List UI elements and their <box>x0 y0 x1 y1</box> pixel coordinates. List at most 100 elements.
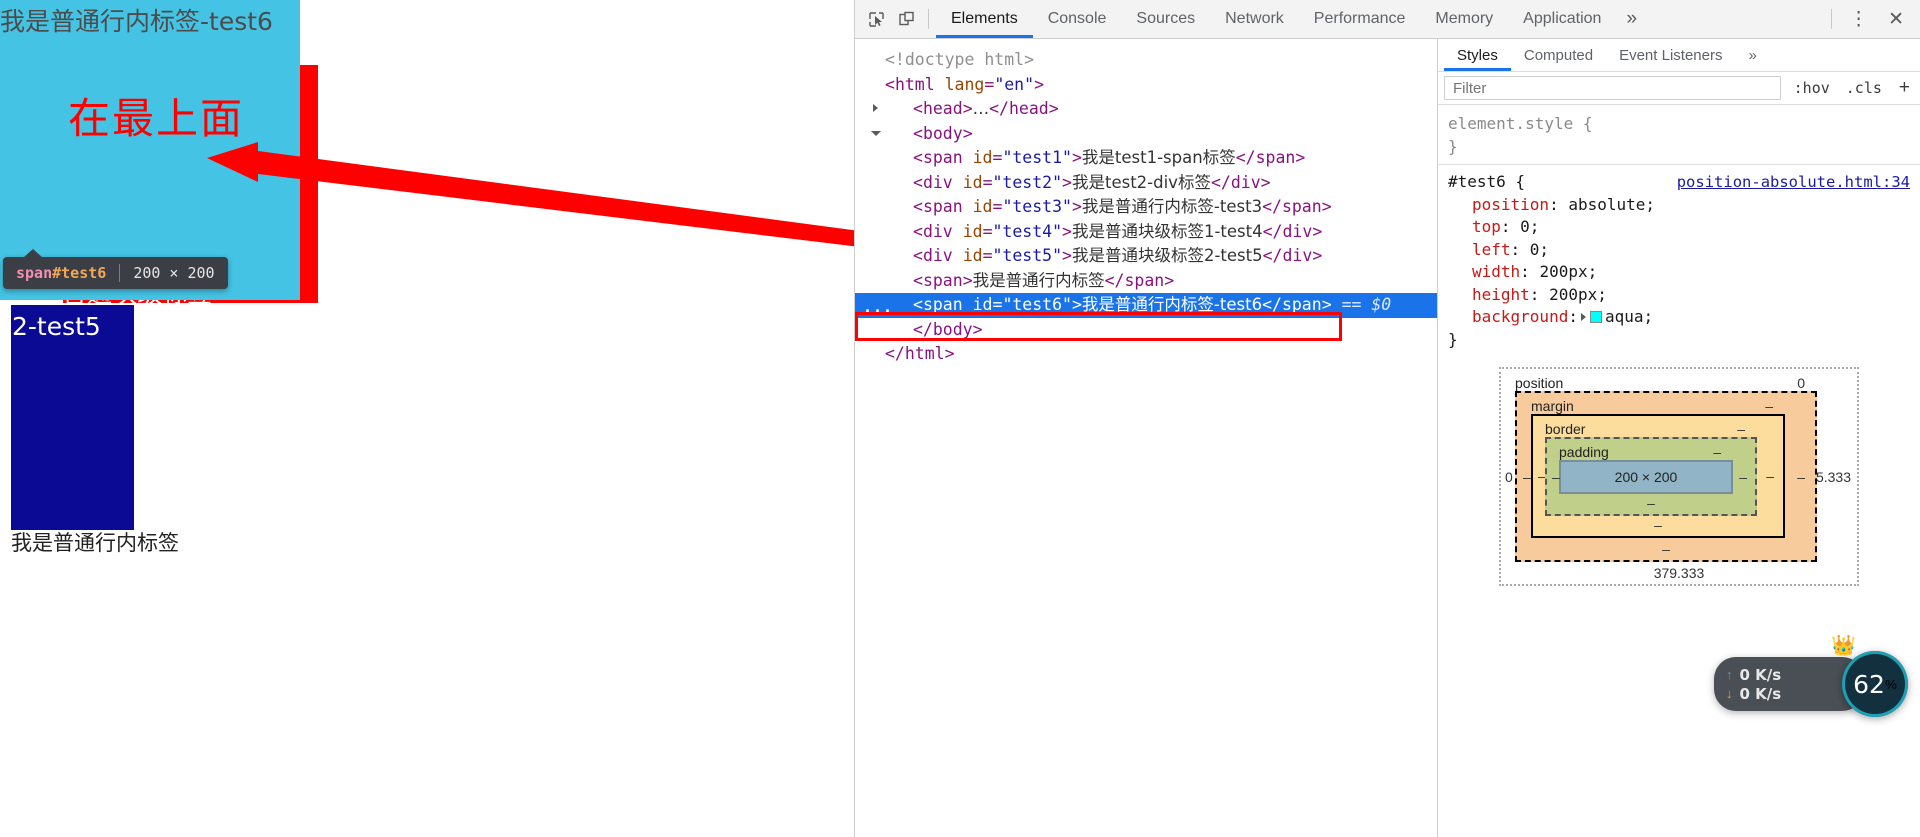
tab-memory[interactable]: Memory <box>1420 0 1508 38</box>
box-model-margin-top[interactable]: – <box>1765 398 1773 414</box>
dom-html-open[interactable]: <html lang="en"> <box>855 73 1437 98</box>
dom-node-test4[interactable]: <div id="test4">我是普通块级标签1-test4</div> <box>855 220 1437 245</box>
tooltip-tag-name: span <box>16 264 53 282</box>
box-model-border-top[interactable]: – <box>1737 421 1745 437</box>
download-arrow-icon: ↓ <box>1726 686 1733 701</box>
collapse-triangle-icon[interactable] <box>871 130 881 140</box>
devtools-toolbar: Elements Console Sources Network Perform… <box>855 0 1920 39</box>
element-style-close: } <box>1448 136 1458 156</box>
box-model-padding-bottom[interactable]: – <box>1547 495 1755 511</box>
dom-node-plain-span[interactable]: <span>我是普通行内标签</span> <box>855 269 1437 294</box>
box-model-position-bottom[interactable]: 379.333 <box>1501 565 1857 581</box>
styles-tabbar: Styles Computed Event Listeners » <box>1438 39 1920 72</box>
tab-elements[interactable]: Elements <box>936 0 1033 38</box>
box-model-margin-label: margin <box>1531 398 1574 414</box>
tab-performance[interactable]: Performance <box>1299 0 1421 38</box>
box-model-content-size[interactable]: 200 × 200 <box>1559 460 1733 494</box>
styles-pane: Styles Computed Event Listeners » :hov .… <box>1438 39 1920 837</box>
devtools-menu-icon[interactable]: ⋮ <box>1839 8 1878 31</box>
overlay-top-text: 在最上面 <box>68 94 245 143</box>
tab-event-listeners[interactable]: Event Listeners <box>1606 39 1735 71</box>
truncated-ellipsis[interactable]: ... <box>863 295 893 320</box>
download-row: ↓ 0 K/s <box>1726 685 1781 703</box>
element-style-rule[interactable]: element.style { } <box>1448 113 1910 158</box>
box-model-border-bottom[interactable]: – <box>1533 517 1783 533</box>
color-swatch-icon[interactable] <box>1589 311 1602 323</box>
element-style-selector: element.style { <box>1448 114 1593 133</box>
tooltip-dimensions: 200 × 200 <box>133 264 215 282</box>
dom-node-test2[interactable]: <div id="test2">我是test2-div标签</div> <box>855 171 1437 196</box>
upload-arrow-icon: ↑ <box>1726 667 1733 682</box>
test6-label-text: 我是普通行内标签-test6 <box>0 7 273 36</box>
tab-styles[interactable]: Styles <box>1444 39 1511 71</box>
styles-more-tabs-icon[interactable]: » <box>1735 39 1769 71</box>
tooltip-divider <box>119 264 121 282</box>
tooltip-arrow-icon <box>23 249 43 258</box>
inspector-tooltip: span #test6 200 × 200 <box>3 249 228 289</box>
box-model-position-left[interactable]: 0 <box>1505 469 1513 485</box>
styles-filter-input[interactable] <box>1444 76 1781 100</box>
box-model-padding-right[interactable]: – <box>1739 469 1747 485</box>
tooltip-element-id: #test6 <box>52 264 107 282</box>
cpu-usage-value: 62 <box>1853 669 1885 699</box>
new-style-rule-button[interactable]: + <box>1895 77 1914 99</box>
devtools-body: <!doctype html> <html lang="en"> <head>…… <box>855 39 1920 837</box>
box-model-border-label: border <box>1545 421 1586 437</box>
expand-triangle-icon[interactable] <box>873 104 878 112</box>
upload-speed-value: 0 K/s <box>1739 665 1782 684</box>
expand-color-triangle-icon[interactable] <box>1580 313 1586 321</box>
box-model-position-layer[interactable]: position 0 0 365.333 379.333 margin – – … <box>1499 367 1859 586</box>
dom-node-test3[interactable]: <span id="test3">我是普通行内标签-test3</span> <box>855 195 1437 220</box>
tab-computed[interactable]: Computed <box>1511 39 1606 71</box>
box-model-border-right[interactable]: – <box>1766 468 1774 484</box>
declaration-height[interactable]: height: 200px; <box>1448 284 1910 307</box>
css-rules-area: element.style { } #test6 { position-abso… <box>1438 105 1920 351</box>
test6-style-rule[interactable]: #test6 { position-absolute.html:34 posit… <box>1448 171 1910 351</box>
dom-body-node[interactable]: <body> <box>855 122 1437 147</box>
box-model-margin-layer[interactable]: margin – – – – border – – – – padding – … <box>1515 391 1817 562</box>
declaration-background[interactable]: background: aqua; <box>1448 306 1910 329</box>
declaration-top[interactable]: top: 0; <box>1448 216 1910 239</box>
box-model-padding-left[interactable]: – <box>1552 469 1560 485</box>
declaration-left[interactable]: left: 0; <box>1448 239 1910 262</box>
box-model-position-top[interactable]: 0 <box>1797 375 1805 391</box>
box-model-margin-left[interactable]: – <box>1523 469 1531 485</box>
device-toolbar-icon[interactable] <box>891 5 921 33</box>
box-model-padding-top[interactable]: – <box>1713 444 1721 460</box>
rule-source-link[interactable]: position-absolute.html:34 <box>1677 171 1910 194</box>
toolbar-divider-right <box>1831 9 1833 29</box>
dom-html-close: </html> <box>885 344 955 363</box>
declaration-width[interactable]: width: 200px; <box>1448 261 1910 284</box>
tab-network[interactable]: Network <box>1210 0 1299 38</box>
cpu-usage-dial[interactable]: 62% <box>1842 651 1908 717</box>
dom-body-close: </body> <box>913 319 983 339</box>
network-rows: ↑ 0 K/s ↓ 0 K/s <box>1726 666 1781 703</box>
box-model-border-layer[interactable]: border – – – – padding – – – – 200 × 200 <box>1531 414 1785 538</box>
dom-node-test1[interactable]: <span id="test1">我是test1-span标签</span> <box>855 146 1437 171</box>
box-model-margin-bottom[interactable]: – <box>1517 541 1815 557</box>
upload-row: ↑ 0 K/s <box>1726 666 1781 684</box>
network-speed-widget[interactable]: 👑 ↑ 0 K/s ↓ 0 K/s 62% <box>1714 635 1908 717</box>
vip-crown-icon: 👑 <box>1831 635 1856 657</box>
declaration-position[interactable]: position: absolute; <box>1448 194 1910 217</box>
dom-node-test5[interactable]: <div id="test5">我是普通块级标签2-test5</div> <box>855 244 1437 269</box>
dom-head-node[interactable]: <head>…</head> <box>855 97 1437 122</box>
tab-sources[interactable]: Sources <box>1121 0 1210 38</box>
box-model-position-label: position <box>1515 375 1564 391</box>
dom-node-test6-selected[interactable]: ... <span id="test6">我是普通行内标签-test6</spa… <box>855 293 1437 318</box>
toolbar-divider <box>928 9 929 29</box>
hover-state-button[interactable]: :hov <box>1791 79 1833 97</box>
test6-aqua-box[interactable]: 我是普通行内标签-test6 <box>0 0 300 300</box>
plain-span-text: 我是普通行内标签 <box>11 531 179 555</box>
console-ref-marker: == $0 <box>1341 295 1392 314</box>
dom-tree-pane[interactable]: <!doctype html> <html lang="en"> <head>…… <box>855 39 1438 837</box>
box-model-margin-right[interactable]: – <box>1797 469 1805 485</box>
class-toggle-button[interactable]: .cls <box>1843 79 1885 97</box>
close-icon[interactable]: ✕ <box>1878 8 1914 31</box>
more-tabs-icon[interactable]: » <box>1616 8 1647 30</box>
inspect-element-icon[interactable] <box>861 5 891 33</box>
box-model-diagram: position 0 0 365.333 379.333 margin – – … <box>1438 351 1920 586</box>
tab-console[interactable]: Console <box>1033 0 1122 38</box>
box-model-padding-layer[interactable]: padding – – – – 200 × 200 <box>1545 437 1757 516</box>
tab-application[interactable]: Application <box>1508 0 1616 38</box>
